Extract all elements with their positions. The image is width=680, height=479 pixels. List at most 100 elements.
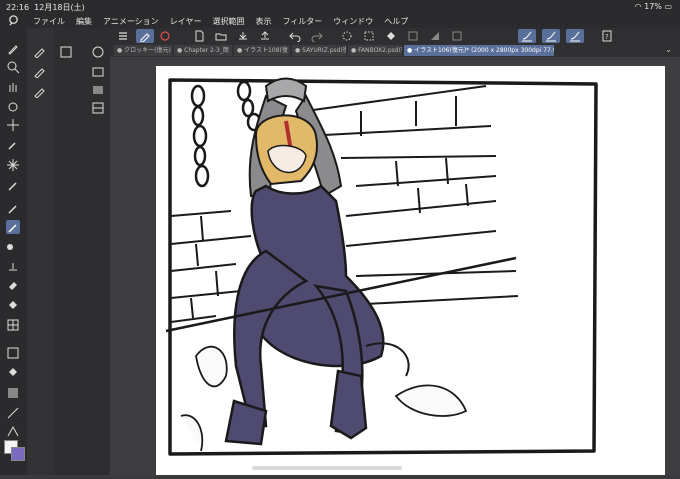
dotted-circle-icon [342,31,352,41]
menu-item-help[interactable]: ヘルプ [384,16,408,27]
open-file-button[interactable] [212,29,230,43]
pen-mode-button[interactable] [136,29,154,43]
stabilizer-1-button[interactable] [518,29,536,43]
sub-tool-palette [27,28,54,475]
menu-item-window[interactable]: ウィンドウ [333,16,373,27]
menu-item-selection[interactable]: 選択範囲 [212,16,244,27]
sub-color-swatch[interactable] [11,447,25,461]
tab-document-2[interactable]: ● Chapter 2-3_簡 [174,45,232,56]
clear-layer-button[interactable] [448,29,466,43]
menu-item-file[interactable]: ファイル [33,16,65,27]
stroke-icon [522,31,532,42]
hamburger-icon [119,32,127,40]
wifi-icon: ◠ [634,2,642,11]
brush-variant-1-icon[interactable] [33,44,47,58]
pencil-icon[interactable] [6,202,20,216]
right-boot [329,369,368,440]
property-palette [54,28,110,475]
layer-panel-icon[interactable] [92,66,104,78]
battery-percent: 17% [644,2,662,11]
menu-bar: ファイル 編集 アニメーション レイヤー 選択範囲 表示 フィルター ウィンドウ… [0,13,680,28]
airbrush-icon[interactable] [6,240,20,254]
selection-invert-button[interactable] [360,29,378,43]
fill-button[interactable] [382,29,400,43]
line-icon[interactable] [6,406,20,420]
rotate-icon[interactable] [6,100,20,114]
move-icon[interactable] [6,118,20,132]
material-icon[interactable] [92,102,104,114]
app-logo-icon[interactable] [8,15,19,26]
fill-icon[interactable] [6,298,20,312]
undo-icon [289,32,301,42]
magnifier-icon[interactable] [6,60,20,74]
brush-tool-button[interactable] [6,220,20,234]
stabilizer-2-button[interactable] [542,29,560,43]
stroke-icon [570,31,580,42]
hamburger-menu-button[interactable] [114,29,132,43]
menu-item-filter[interactable]: フィルター [282,16,322,27]
tab-document-1[interactable]: ● クロッキー(復元) [114,45,172,56]
gradient-icon [431,32,439,40]
menu-item-edit[interactable]: 編集 [76,16,92,27]
redo-icon [311,32,323,42]
document-tabs: ● クロッキー(復元) ● Chapter 2-3_簡 ● イラスト108(復 … [110,44,680,57]
brush-variant-2-icon[interactable] [33,64,47,78]
help-button[interactable]: ? [598,29,616,43]
tool-palette [0,28,27,475]
folder-icon [215,33,227,41]
figure-icon[interactable] [6,386,20,400]
color-wheel-icon[interactable] [92,46,104,58]
hands-bound [264,77,308,103]
canvas-area[interactable] [110,57,680,475]
layer-mode-button[interactable] [156,29,174,43]
gradient-icon[interactable] [6,318,20,332]
navigator-icon[interactable] [92,84,104,96]
transform-button[interactable] [404,29,422,43]
blend-icon[interactable] [6,260,20,274]
save-button[interactable] [234,29,252,43]
sketch-illustration[interactable] [156,66,665,475]
stroke-icon [546,31,556,42]
status-bar: 22:16 12月18日(土) ◠ 17% ▭ [0,0,680,13]
eraser-icon[interactable] [6,278,20,292]
tab-document-5[interactable]: ● FANBOX2.psd(復 [348,45,402,56]
dropper-icon[interactable] [6,178,20,192]
brush-variant-3-icon[interactable] [33,84,47,98]
menu-item-layer[interactable]: レイヤー [170,16,202,27]
layer-list-icon[interactable] [60,46,72,58]
home-indicator[interactable] [252,466,402,470]
text-icon[interactable] [6,424,20,438]
command-bar: ? [110,28,680,44]
menu-item-view[interactable]: 表示 [255,16,271,27]
selection-clear-button[interactable] [338,29,356,43]
pen-tool-icon[interactable] [6,42,20,56]
menu-item-animation[interactable]: アニメーション [103,16,159,27]
undo-button[interactable] [286,29,304,43]
svg-text:?: ? [605,33,609,41]
hand-icon[interactable] [6,80,20,94]
layer-icon [160,31,170,41]
frame-icon[interactable] [6,346,20,360]
stabilizer-3-button[interactable] [566,29,584,43]
panel-border [168,78,598,456]
help-icon: ? [602,30,612,42]
tab-document-4[interactable]: ● SAYURIZ.psd(復 [292,45,346,56]
tab-document-active[interactable]: ● イラスト106(復元)* (2000 x 2800px 300dpi 77.… [404,45,554,56]
fill-icon [387,32,395,40]
new-file-button[interactable] [190,29,208,43]
canvas-page[interactable] [156,66,665,475]
chevron-down-icon[interactable]: ⌄ [665,45,672,54]
tab-document-3[interactable]: ● イラスト108(復 [234,45,290,56]
status-time: 22:16 12月18日(土) [6,3,85,12]
export-button[interactable] [256,29,274,43]
export-icon [261,31,269,40]
eyedropper-icon[interactable] [6,138,20,152]
chain-left [190,84,210,188]
redo-button[interactable] [308,29,326,43]
sparkle-icon[interactable] [6,158,20,172]
dotted-square-icon [364,31,374,41]
status-date: 12月18日(土) [34,3,85,12]
bucket-icon[interactable] [6,366,20,380]
menu-items: ファイル 編集 アニメーション レイヤー 選択範囲 表示 フィルター ウィンドウ… [33,16,408,27]
gradient-button[interactable] [426,29,444,43]
